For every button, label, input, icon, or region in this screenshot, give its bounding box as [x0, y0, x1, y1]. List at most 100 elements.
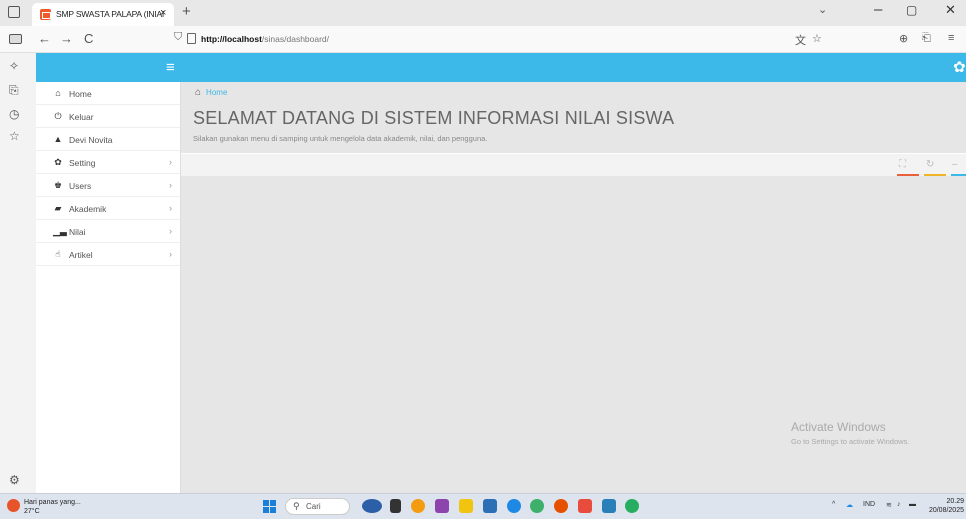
breadcrumb-home-link[interactable]: Home	[206, 88, 227, 97]
sidebar-item-label: Keluar	[69, 112, 94, 122]
url-bar[interactable]: ⛉ http://localhost/sinas/dashboard/	[168, 29, 828, 50]
taskbar-app-edge-icon[interactable]	[507, 499, 521, 513]
activate-subtitle: Go to Settings to activate Windows.	[791, 437, 910, 446]
bookmarks-icon[interactable]: ☆	[9, 129, 20, 143]
breadcrumb: ⌂ Home	[195, 87, 227, 98]
sidebar-item-home[interactable]: ⌂ Home	[36, 82, 180, 105]
chevron-right-icon: ›	[169, 180, 172, 190]
restore-button[interactable]: ▢	[906, 3, 917, 17]
wifi-icon[interactable]: ≋	[886, 501, 892, 509]
book-icon: ▰	[54, 203, 62, 213]
new-tab-button[interactable]: +	[182, 3, 191, 20]
chevron-right-icon: ›	[169, 203, 172, 213]
sidebar-item-artikel[interactable]: ☝ Artikel ›	[36, 243, 180, 266]
window-menu-icon[interactable]	[8, 6, 20, 18]
translate-icon[interactable]: 文	[795, 32, 806, 48]
tab-title: SMP SWASTA PALAPA (INIAI	[56, 9, 165, 19]
search-icon: ⚲	[293, 501, 300, 511]
home-icon: ⌂	[55, 88, 61, 98]
sidebar-item-label: Akademik	[69, 204, 107, 214]
hamburger-icon[interactable]: ≡	[166, 59, 175, 76]
sidebar-item-nilai[interactable]: ▁▃ Nilai ›	[36, 220, 180, 243]
page-icon	[187, 33, 196, 44]
ai-sparkle-icon[interactable]: ✧	[9, 59, 19, 73]
back-button[interactable]: ←	[38, 31, 51, 46]
activate-windows-watermark: Activate Windows Go to Settings to activ…	[791, 420, 909, 446]
app-window: ≡ ✿ ⌂ Home ⏻ Keluar ▲ Devi Novita ✿ Setting › ♚ Us…	[36, 53, 966, 493]
fullscreen-icon[interactable]: ⛶	[899, 159, 906, 170]
tray-cloud-icon[interactable]: ☁	[846, 501, 853, 509]
thumbs-up-icon: ☝	[55, 249, 61, 259]
history-icon[interactable]: ◷	[9, 107, 19, 121]
volume-icon[interactable]: ♪	[897, 501, 901, 508]
widget-accent-yellow	[924, 174, 946, 176]
tab-close-button[interactable]: ×	[160, 7, 166, 19]
windows-taskbar: Hari panas yang... 27°C ⚲ Cari ^ ☁ IND ≋…	[0, 493, 966, 519]
gear-icon: ✿	[54, 157, 62, 167]
bookmark-star-icon[interactable]: ☆	[812, 32, 822, 45]
taskbar-app-flower-icon[interactable]	[411, 499, 425, 513]
widget-accent-red	[897, 174, 919, 176]
chevron-right-icon: ›	[169, 249, 172, 259]
collapse-icon[interactable]: –	[952, 159, 958, 170]
extensions-icon[interactable]: ⊕	[899, 32, 908, 45]
taskbar-app-store-icon[interactable]	[483, 499, 497, 513]
users-icon: ♚	[53, 180, 63, 190]
clock-date: 20/08/2025	[928, 507, 964, 514]
sidebar-item-label: Home	[69, 89, 92, 99]
browser-tab-strip: SMP SWASTA PALAPA (INIAI × + ⌄ – ▢ ✕	[0, 0, 966, 26]
taskbar-app-chrome-icon[interactable]	[625, 499, 639, 513]
sidebar-toggle-icon[interactable]	[9, 34, 22, 44]
windows-start-icon[interactable]	[263, 500, 276, 513]
tab-list-chevron-icon[interactable]: ⌄	[818, 3, 827, 16]
sidebar-item-setting[interactable]: ✿ Setting ›	[36, 151, 180, 174]
taskbar-app-dark-icon[interactable]	[390, 499, 401, 513]
sidebar-item-devi-novita[interactable]: ▲ Devi Novita	[36, 128, 180, 151]
sidebar-item-label: Artikel	[69, 250, 93, 260]
taskbar-clock[interactable]: 20.29 20/08/2025	[926, 497, 964, 515]
taskbar-app-purple-icon[interactable]	[435, 499, 449, 513]
taskbar-app-folder-icon[interactable]	[459, 499, 473, 513]
taskbar-app-chat-icon[interactable]	[530, 499, 544, 513]
page-subtitle: Silakan gunakan menu di samping untuk me…	[193, 134, 488, 143]
tray-chevron-icon[interactable]: ^	[832, 501, 835, 508]
battery-icon[interactable]: ▬	[909, 501, 916, 508]
sidebar-item-label: Users	[69, 181, 92, 191]
gear-icon[interactable]: ✿	[953, 58, 966, 76]
weather-icon[interactable]	[7, 499, 20, 512]
taskbar-app-xampp-icon[interactable]	[578, 499, 592, 513]
settings-gear-icon[interactable]: ⚙	[9, 473, 20, 487]
chevron-right-icon: ›	[169, 157, 172, 167]
weather-temp: 27°C	[24, 508, 40, 515]
taskbar-app-globe-icon[interactable]	[362, 499, 382, 513]
weather-title: Hari panas yang...	[24, 499, 81, 506]
taskbar-app-explorer-icon[interactable]	[602, 499, 616, 513]
tray-language[interactable]: IND	[863, 501, 875, 508]
taskbar-app-firefox-icon[interactable]	[554, 499, 568, 513]
weather-widget[interactable]: Hari panas yang... 27°C	[24, 498, 81, 516]
forward-button[interactable]: →	[60, 31, 73, 46]
refresh-icon[interactable]: ↻	[926, 159, 934, 170]
widget-accent-blue	[951, 174, 966, 176]
taskbar-search[interactable]: ⚲ Cari	[285, 498, 350, 515]
sync-icon[interactable]: ⎘	[9, 83, 19, 98]
bar-chart-icon: ▁▃	[53, 226, 67, 236]
taskbar-search-label: Cari	[306, 502, 321, 511]
reload-button[interactable]: C	[84, 31, 93, 46]
browser-tab[interactable]: SMP SWASTA PALAPA (INIAI ×	[32, 3, 174, 26]
address-toolbar: ← → C ⛉ http://localhost/sinas/dashboard…	[0, 26, 966, 53]
menu-icon[interactable]: ≡	[948, 32, 954, 44]
sidebar-item-keluar[interactable]: ⏻ Keluar	[36, 105, 180, 128]
url-text[interactable]: http://localhost/sinas/dashboard/	[201, 34, 329, 44]
activate-title: Activate Windows	[791, 420, 886, 434]
app-topbar: ≡ ✿	[36, 53, 966, 82]
sidebar-item-label: Nilai	[69, 227, 86, 237]
share-icon[interactable]: ⎗	[922, 32, 931, 45]
sidebar-item-users[interactable]: ♚ Users ›	[36, 174, 180, 197]
close-window-button[interactable]: ✕	[945, 2, 956, 18]
sidebar-item-label: Devi Novita	[69, 135, 113, 145]
home-icon: ⌂	[195, 87, 202, 98]
minimize-button[interactable]: –	[874, 1, 882, 18]
sidebar-item-akademik[interactable]: ▰ Akademik ›	[36, 197, 180, 220]
shield-icon[interactable]: ⛉	[174, 31, 182, 44]
